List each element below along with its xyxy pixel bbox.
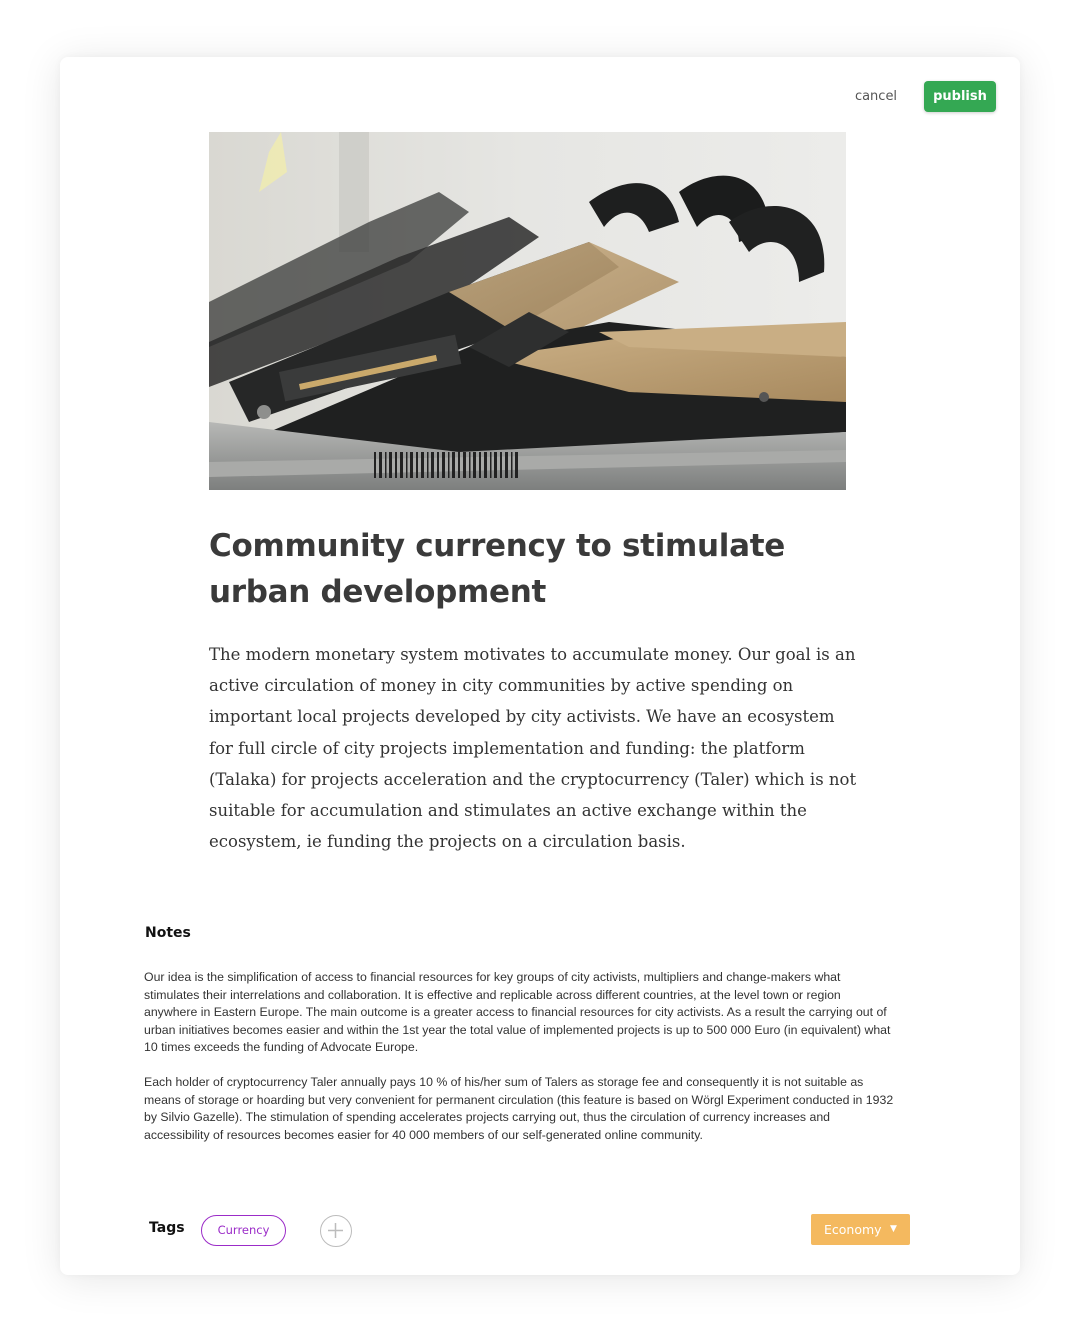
gpu-mining-rig-photo — [209, 132, 846, 490]
plus-icon — [328, 1223, 343, 1238]
tag-currency[interactable]: Currency — [201, 1215, 286, 1246]
tags-label: Tags — [149, 1220, 185, 1236]
notes-paragraph: Our idea is the simplification of access… — [144, 970, 891, 1055]
article-body: The modern monetary system motivates to … — [209, 645, 857, 852]
notes-paragraph: Each holder of cryptocurrency Taler annu… — [144, 1075, 894, 1142]
article-title: Community currency to stimulate urban de… — [209, 528, 785, 610]
notes-heading: Notes — [145, 925, 191, 941]
category-select[interactable]: Economy ▼ — [811, 1214, 910, 1245]
caret-down-icon: ▼ — [890, 1224, 897, 1234]
hero-image — [209, 132, 846, 490]
publish-button[interactable]: publish — [924, 81, 996, 112]
add-tag-button[interactable] — [320, 1215, 352, 1247]
category-selected-label: Economy — [824, 1222, 882, 1237]
cancel-button[interactable]: cancel — [846, 85, 906, 109]
editor-card: cancel publish Community currency to sti… — [60, 57, 1020, 1275]
